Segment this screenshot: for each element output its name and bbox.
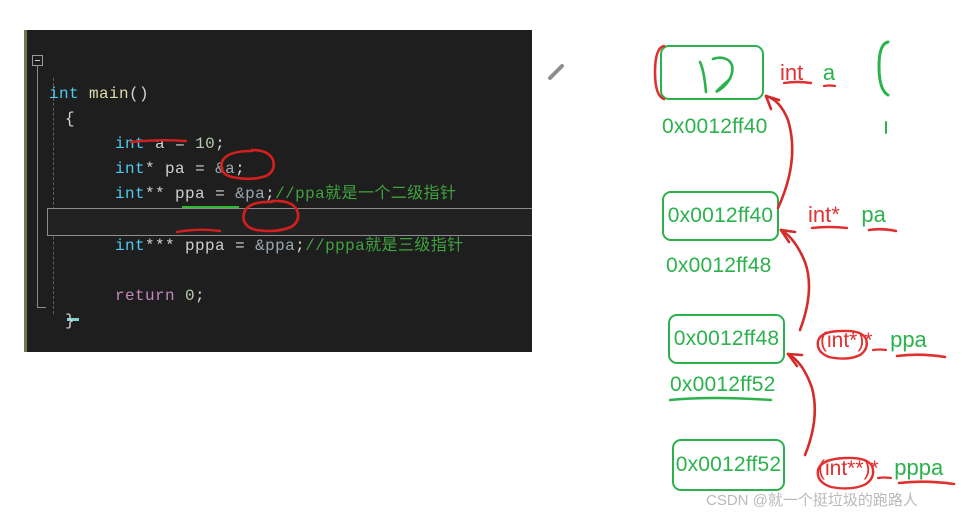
code-line-declare-ppa[interactable]: int** ppa = &pa;//ppa就是一个二级指针: [115, 182, 456, 207]
type-label-pa: int* pa: [808, 202, 886, 228]
code-line-main[interactable]: int main(): [49, 82, 149, 107]
type-text-int-star-star: (int*)*: [820, 329, 873, 352]
memory-box-pa[interactable]: 0x0012ff40: [662, 191, 779, 241]
address-label-a: 0x0012ff40: [662, 115, 768, 138]
token-star-1: *: [145, 160, 156, 178]
var-text-pa: pa: [861, 202, 886, 227]
type-label-ppa: (int*)* ppa: [820, 327, 927, 353]
type-label-pppa: (int**)* pppa: [818, 455, 943, 481]
type-label-a: int a: [780, 60, 835, 86]
token-address-of-pa: &pa: [235, 185, 266, 203]
token-assign: =: [195, 160, 206, 178]
type-text-int: int: [780, 60, 804, 85]
token-star-3: ***: [145, 237, 176, 255]
code-line-declare-pa[interactable]: int* pa = &a;: [115, 157, 245, 182]
code-fold-guide: [37, 66, 38, 308]
token-keyword-int: int: [115, 135, 146, 153]
token-assign: =: [175, 135, 186, 153]
var-text-a: a: [822, 60, 836, 85]
token-semicolon: ;: [295, 237, 306, 255]
code-line-open-brace[interactable]: {: [65, 107, 75, 132]
token-parens: (): [129, 85, 150, 103]
token-semicolon: ;: [215, 135, 226, 153]
code-fold-guide-foot: [37, 307, 46, 308]
token-var-pa: pa: [165, 160, 186, 178]
var-text-ppa: ppa: [890, 327, 927, 352]
watermark-text: CSDN @就一个挺垃圾的跑路人: [706, 492, 918, 509]
indent-guide: [53, 78, 54, 314]
address-label-pa: 0x0012ff48: [666, 254, 772, 277]
token-number-0: 0: [185, 287, 196, 305]
token-brace-open: {: [65, 110, 76, 128]
token-semicolon: ;: [235, 160, 246, 178]
token-var-ppa: ppa: [175, 185, 206, 203]
token-assign: =: [235, 237, 246, 255]
token-keyword-int: int: [115, 160, 146, 178]
token-comment-pppa: //pppa就是三级指针: [305, 237, 464, 255]
type-text-int-star: int*: [808, 202, 840, 227]
memory-box-pppa[interactable]: 0x0012ff52: [672, 439, 785, 491]
token-semicolon: ;: [195, 287, 206, 305]
token-number-10: 10: [195, 135, 216, 153]
memory-box-ppa[interactable]: 0x0012ff48: [668, 314, 785, 364]
current-line-highlight: [47, 208, 532, 236]
token-address-of-ppa: &ppa: [255, 237, 296, 255]
type-text-int-star-star-star: (int**)*: [818, 457, 879, 480]
token-var-a: a: [155, 135, 166, 153]
token-assign: =: [215, 185, 226, 203]
token-address-of-a: &a: [215, 160, 236, 178]
token-keyword-int: int: [49, 85, 80, 103]
code-line-declare-a[interactable]: int a = 10;: [115, 132, 225, 157]
code-editor-panel[interactable]: int main() { int a = 10; int* pa = &a; i…: [24, 30, 532, 352]
token-var-pppa: pppa: [185, 237, 226, 255]
code-line-declare-pppa[interactable]: int*** pppa = &ppa;//pppa就是三级指针: [115, 234, 464, 259]
address-label-ppa: 0x0012ff52: [670, 373, 776, 396]
token-keyword-int: int: [115, 237, 146, 255]
var-text-pppa: pppa: [894, 455, 944, 480]
token-star-2: **: [145, 185, 166, 203]
token-keyword-int: int: [115, 185, 146, 203]
token-brace-close: }: [65, 312, 76, 330]
token-function-main: main: [89, 85, 130, 103]
code-fold-toggle-icon[interactable]: [32, 55, 43, 66]
code-line-return[interactable]: return 0;: [115, 284, 205, 309]
token-keyword-return: return: [115, 287, 176, 305]
memory-box-a[interactable]: 10: [660, 45, 764, 100]
token-comment-ppa: //ppa就是一个二级指针: [275, 185, 457, 203]
token-semicolon: ;: [265, 185, 276, 203]
code-line-close-brace[interactable]: }: [65, 309, 75, 334]
